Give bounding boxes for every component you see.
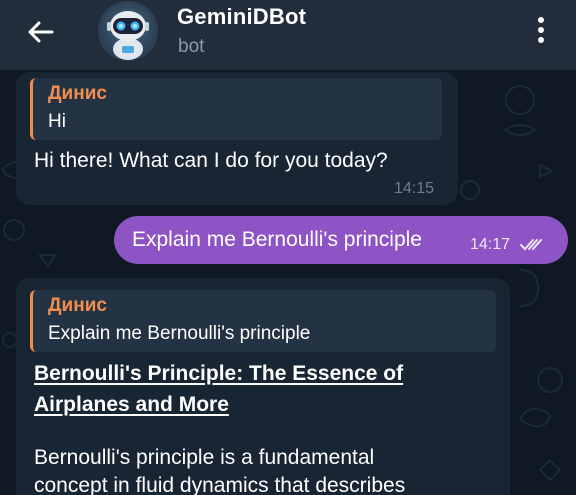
message-text: Hi there! What can I do for you today? (34, 149, 388, 172)
reply-quote[interactable]: Динис Hi (30, 78, 442, 140)
message-bubble-incoming[interactable]: Динис Explain me Bernoulli's principle B… (16, 278, 510, 495)
back-button[interactable] (22, 14, 58, 50)
arrow-left-icon (28, 21, 54, 43)
menu-button[interactable] (526, 12, 556, 48)
reply-text: Explain me Bernoulli's principle (48, 323, 311, 344)
message-paragraph: Bernoulli's principle is a fundamental (34, 446, 375, 469)
reply-quote[interactable]: Динис Explain me Bernoulli's principle (30, 290, 496, 352)
message-heading-link[interactable]: Airplanes and More (34, 389, 229, 420)
message-heading-link[interactable]: Bernoulli's Principle: The Essence of (34, 358, 403, 389)
message-time: 14:15 (394, 180, 435, 197)
message-bubble-outgoing[interactable]: Explain me Bernoulli's principle 14:17 (114, 216, 568, 264)
message-paragraph: concept in fluid dynamics that describes (34, 474, 406, 495)
robot-icon (107, 11, 149, 60)
reply-author: Динис (48, 295, 107, 316)
more-vertical-icon (538, 17, 544, 43)
message-time: 14:17 (470, 236, 511, 253)
reply-text: Hi (48, 111, 66, 132)
double-check-icon (520, 239, 542, 251)
chat-title[interactable]: GeminiDBot (177, 4, 306, 30)
message-bubble-incoming[interactable]: Динис Hi Hi there! What can I do for you… (16, 72, 458, 205)
chat-subtitle: bot (178, 36, 205, 57)
message-text: Explain me Bernoulli's principle (132, 228, 422, 251)
reply-author: Динис (48, 83, 107, 104)
chat-header: GeminiDBot bot (0, 0, 576, 70)
bot-avatar[interactable] (98, 1, 158, 61)
chat-area[interactable]: Динис Hi Hi there! What can I do for you… (0, 70, 576, 495)
